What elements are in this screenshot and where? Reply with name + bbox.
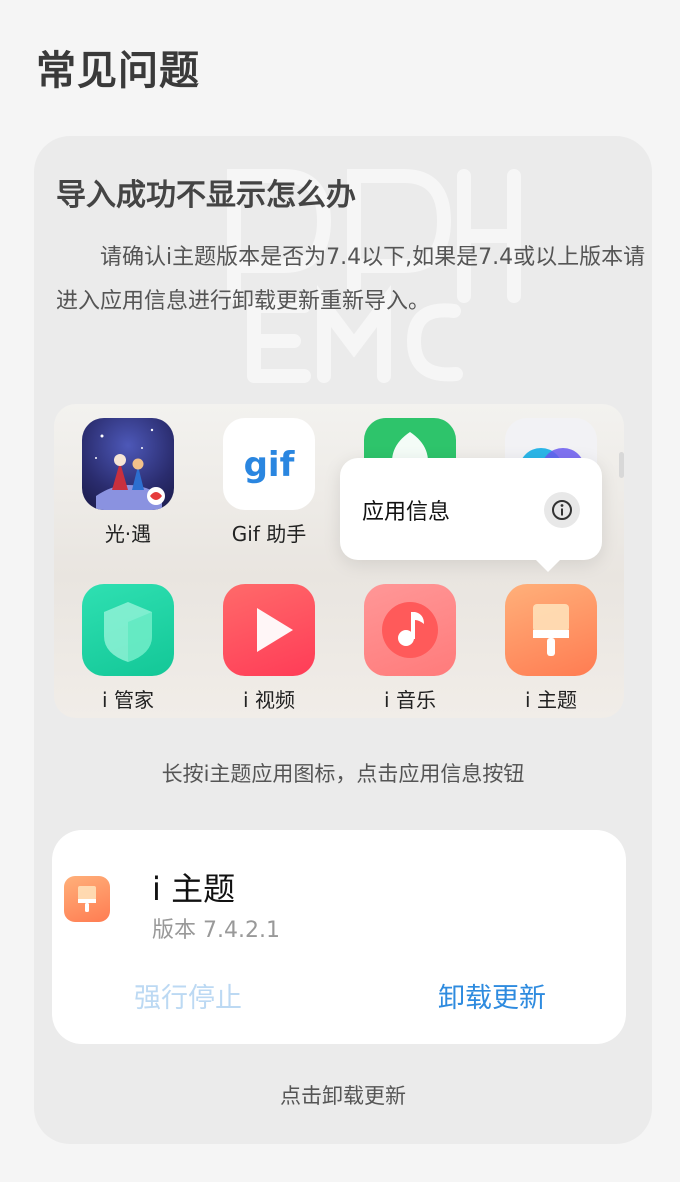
info-icon[interactable]: [544, 492, 580, 528]
step1-caption: 长按i主题应用图标，点击应用信息按钮: [161, 762, 525, 786]
app-label: 光·遇: [104, 522, 152, 546]
force-stop-button[interactable]: 强行停止: [134, 976, 242, 1015]
gif-icon: gif: [223, 418, 315, 510]
app-label: i 管家: [102, 688, 154, 712]
imusic-icon: [364, 584, 456, 676]
home-screen-illustration: 光·遇 gif Gif 助手 应用信息 i 管家 i 视频 i 音乐 i 主题: [54, 404, 624, 718]
itheme-icon: [64, 876, 110, 922]
scrollbar: [619, 452, 624, 478]
step2-caption: 点击卸载更新: [280, 1084, 406, 1108]
ivideo-icon: [223, 584, 315, 676]
faq-card: 导入成功不显示怎么办 请确认i主题版本是否为7.4以下,如果是7.4或以上版本请…: [34, 136, 652, 1144]
app-gif[interactable]: gif Gif 助手: [219, 418, 319, 547]
app-label: i 主题: [525, 688, 577, 712]
app-label: i 音乐: [384, 688, 436, 712]
page-title: 常见问题: [36, 48, 200, 94]
itheme-icon: [505, 584, 597, 676]
popup-label: 应用信息: [362, 500, 451, 525]
question-title: 导入成功不显示怎么办: [56, 178, 356, 213]
app-imusic[interactable]: i 音乐: [360, 584, 460, 713]
app-itheme[interactable]: i 主题: [501, 584, 601, 713]
app-sky[interactable]: 光·遇: [78, 418, 178, 547]
app-label: Gif 助手: [231, 522, 307, 546]
uninstall-update-button[interactable]: 卸载更新: [438, 976, 546, 1015]
app-info-panel: i 主题 版本 7.4.2.1 强行停止 卸载更新: [52, 830, 626, 1044]
gif-icon-text: gif: [244, 445, 296, 485]
sky-game-icon: [82, 418, 174, 510]
app-name: i 主题: [152, 870, 236, 908]
app-ivideo[interactable]: i 视频: [219, 584, 319, 713]
app-version: 版本 7.4.2.1: [152, 918, 280, 943]
app-iguanjia[interactable]: i 管家: [78, 584, 178, 713]
iguanjia-icon: [82, 584, 174, 676]
app-label: i 视频: [243, 688, 295, 712]
app-info-popup[interactable]: 应用信息: [340, 458, 602, 572]
answer-text: 请确认i主题版本是否为7.4以下,如果是7.4或以上版本请进入应用信息进行卸载更…: [56, 245, 646, 314]
